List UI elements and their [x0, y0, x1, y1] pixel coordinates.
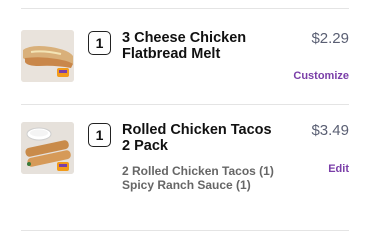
item-details: 2 Rolled Chicken Tacos (1) Spicy Ranch S…: [122, 164, 274, 192]
item-name-line-2: 2 Pack: [122, 138, 168, 154]
item-price: $3.49: [311, 122, 349, 139]
rolled-tacos-image[interactable]: [21, 122, 74, 174]
quantity-selector[interactable]: 1: [88, 31, 111, 55]
item-name: Rolled Chicken Tacos 2 Pack: [122, 122, 272, 154]
cart-item-flatbread: 1 3 Cheese Chicken Flatbread Melt $2.29 …: [21, 26, 349, 86]
cart-item-rolled-tacos: 1 Rolled Chicken Tacos 2 Pack $3.49 2 Ro…: [21, 120, 349, 200]
item-name-line-2: Flatbread Melt: [122, 46, 221, 62]
detail-line: 2 Rolled Chicken Tacos (1): [122, 164, 274, 178]
quantity-selector[interactable]: 1: [88, 123, 111, 147]
item-name-line-1: Rolled Chicken Tacos: [122, 122, 272, 138]
customize-link[interactable]: Customize: [293, 70, 349, 82]
item-name-line-1: 3 Cheese Chicken: [122, 30, 247, 46]
item-name: 3 Cheese Chicken Flatbread Melt: [122, 30, 272, 62]
detail-line: Spicy Ranch Sauce (1): [122, 178, 251, 192]
flatbread-melt-image[interactable]: [21, 30, 74, 82]
edit-link[interactable]: Edit: [328, 163, 349, 175]
bottom-divider: [21, 230, 349, 231]
item-price: $2.29: [311, 30, 349, 47]
item-divider: [21, 104, 349, 105]
top-divider: [21, 8, 349, 9]
